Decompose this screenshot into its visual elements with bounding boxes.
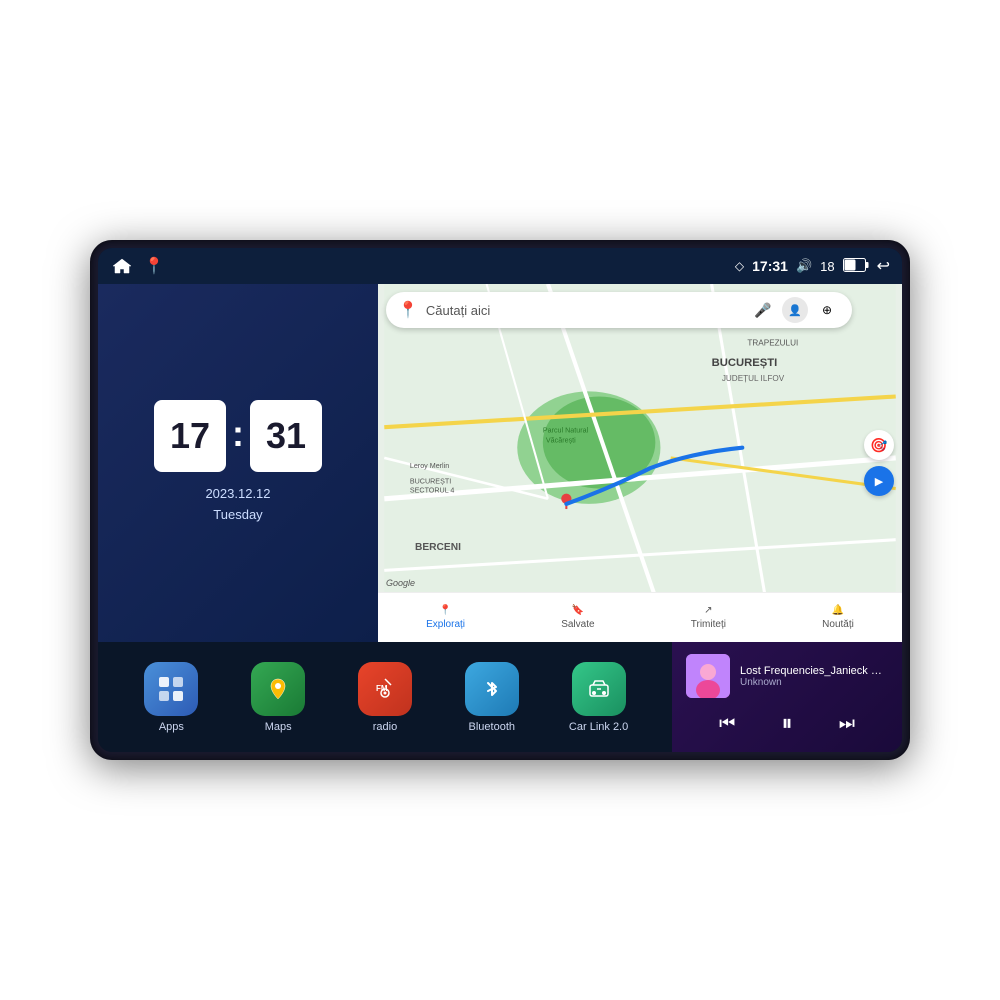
svg-text:Văcărești: Văcărești <box>546 437 576 445</box>
svg-text:BERCENI: BERCENI <box>415 542 461 553</box>
prev-track-button[interactable]: ⏮ <box>711 709 743 738</box>
svg-text:Leroy Merlin: Leroy Merlin <box>410 462 449 470</box>
top-row: 17 : 31 2023.12.12 Tuesday <box>98 284 902 642</box>
clock-hour: 17 <box>154 400 226 472</box>
map-nav-explore[interactable]: 📍 Explorați <box>416 601 475 634</box>
map-search-bar[interactable]: 📍 Căutați aici 🎤 👤 ⊕ <box>386 292 852 328</box>
map-search-actions: 🎤 👤 ⊕ <box>750 297 840 323</box>
music-title: Lost Frequencies_Janieck Devy-... <box>740 665 888 677</box>
status-bar: 📍 ◇ 17:31 🔊 18 ↩ <box>98 248 902 284</box>
carlink-icon <box>572 662 626 716</box>
time-display: 17:31 <box>752 258 788 274</box>
location-icon: ◇ <box>735 259 744 273</box>
maps-logo-icon: 📍 <box>398 300 418 320</box>
navigate-button[interactable]: ▶ <box>864 466 894 496</box>
battery-level: 18 <box>820 259 834 274</box>
volume-icon: 🔊 <box>796 258 812 274</box>
app-item-maps[interactable]: Maps <box>246 662 311 733</box>
app-item-carlink[interactable]: Car Link 2.0 <box>566 662 631 733</box>
app-item-apps[interactable]: Apps <box>139 662 204 733</box>
device-screen: 📍 ◇ 17:31 🔊 18 ↩ <box>98 248 902 752</box>
battery-icon <box>843 258 869 275</box>
carlink-label: Car Link 2.0 <box>569 721 628 733</box>
explore-icon: 📍 <box>439 605 451 616</box>
voice-search-button[interactable]: 🎤 <box>750 297 776 323</box>
music-panel: Lost Frequencies_Janieck Devy-... Unknow… <box>672 642 902 752</box>
play-pause-button[interactable]: ⏸ <box>773 706 800 740</box>
music-artwork <box>686 654 730 698</box>
map-nav-saved[interactable]: 🔖 Salvate <box>551 601 604 634</box>
status-left: 📍 <box>110 256 164 276</box>
clock-colon: : <box>232 413 244 455</box>
maps-status-icon: 📍 <box>144 256 164 276</box>
device-frame: 📍 ◇ 17:31 🔊 18 ↩ <box>90 240 910 760</box>
status-right: ◇ 17:31 🔊 18 ↩ <box>735 256 890 276</box>
radio-icon: FM <box>358 662 412 716</box>
share-icon: ↗ <box>704 605 712 616</box>
map-navigation-bar: 📍 Explorați 🔖 Salvate ↗ Trimiteți 🔔 <box>378 592 902 642</box>
apps-label: Apps <box>159 721 184 733</box>
main-content: 17 : 31 2023.12.12 Tuesday <box>98 284 902 752</box>
clock-display: 17 : 31 <box>154 400 322 472</box>
apps-icon <box>144 662 198 716</box>
maps-label: Maps <box>265 721 292 733</box>
music-controls: ⏮ ⏸ ⏭ <box>686 706 888 740</box>
map-nav-news[interactable]: 🔔 Noutăți <box>812 601 864 634</box>
bluetooth-label: Bluetooth <box>469 721 515 733</box>
next-track-button[interactable]: ⏭ <box>831 709 863 738</box>
layers-button[interactable]: ⊕ <box>814 297 840 323</box>
svg-text:TRAPEZULUI: TRAPEZULUI <box>747 338 798 347</box>
news-icon: 🔔 <box>832 605 844 616</box>
svg-text:JUDEȚUL ILFOV: JUDEȚUL ILFOV <box>722 374 785 383</box>
svg-text:SECTORUL 4: SECTORUL 4 <box>410 487 455 495</box>
svg-text:Parcul Natural: Parcul Natural <box>543 426 589 434</box>
app-item-bluetooth[interactable]: Bluetooth <box>459 662 524 733</box>
map-right-buttons: 🎯 ▶ <box>864 430 894 496</box>
clock-minute: 31 <box>250 400 322 472</box>
saved-icon: 🔖 <box>572 605 584 616</box>
back-button[interactable]: ↩ <box>877 256 890 276</box>
map-nav-share[interactable]: ↗ Trimiteți <box>681 601 736 634</box>
app-item-radio[interactable]: FM radio <box>352 662 417 733</box>
maps-app-icon <box>251 662 305 716</box>
svg-text:BUCUREȘTI: BUCUREȘTI <box>712 357 778 369</box>
bluetooth-app-icon <box>465 662 519 716</box>
music-info: Lost Frequencies_Janieck Devy-... Unknow… <box>686 654 888 698</box>
apps-row: Apps Maps <box>98 642 672 752</box>
svg-text:BUCUREȘTI: BUCUREȘTI <box>410 477 451 485</box>
clock-date: 2023.12.12 Tuesday <box>205 484 270 526</box>
bottom-row: Apps Maps <box>98 642 902 752</box>
map-panel[interactable]: BUCUREȘTI JUDEȚUL ILFOV BERCENI UZANA TR… <box>378 284 902 642</box>
music-artist: Unknown <box>740 677 888 688</box>
map-search-text: Căutați aici <box>426 303 742 318</box>
home-button[interactable] <box>110 256 134 276</box>
account-button[interactable]: 👤 <box>782 297 808 323</box>
google-logo: Google <box>386 578 415 588</box>
music-text: Lost Frequencies_Janieck Devy-... Unknow… <box>740 665 888 688</box>
location-button[interactable]: 🎯 <box>864 430 894 460</box>
clock-panel: 17 : 31 2023.12.12 Tuesday <box>98 284 378 642</box>
radio-label: radio <box>373 721 397 733</box>
